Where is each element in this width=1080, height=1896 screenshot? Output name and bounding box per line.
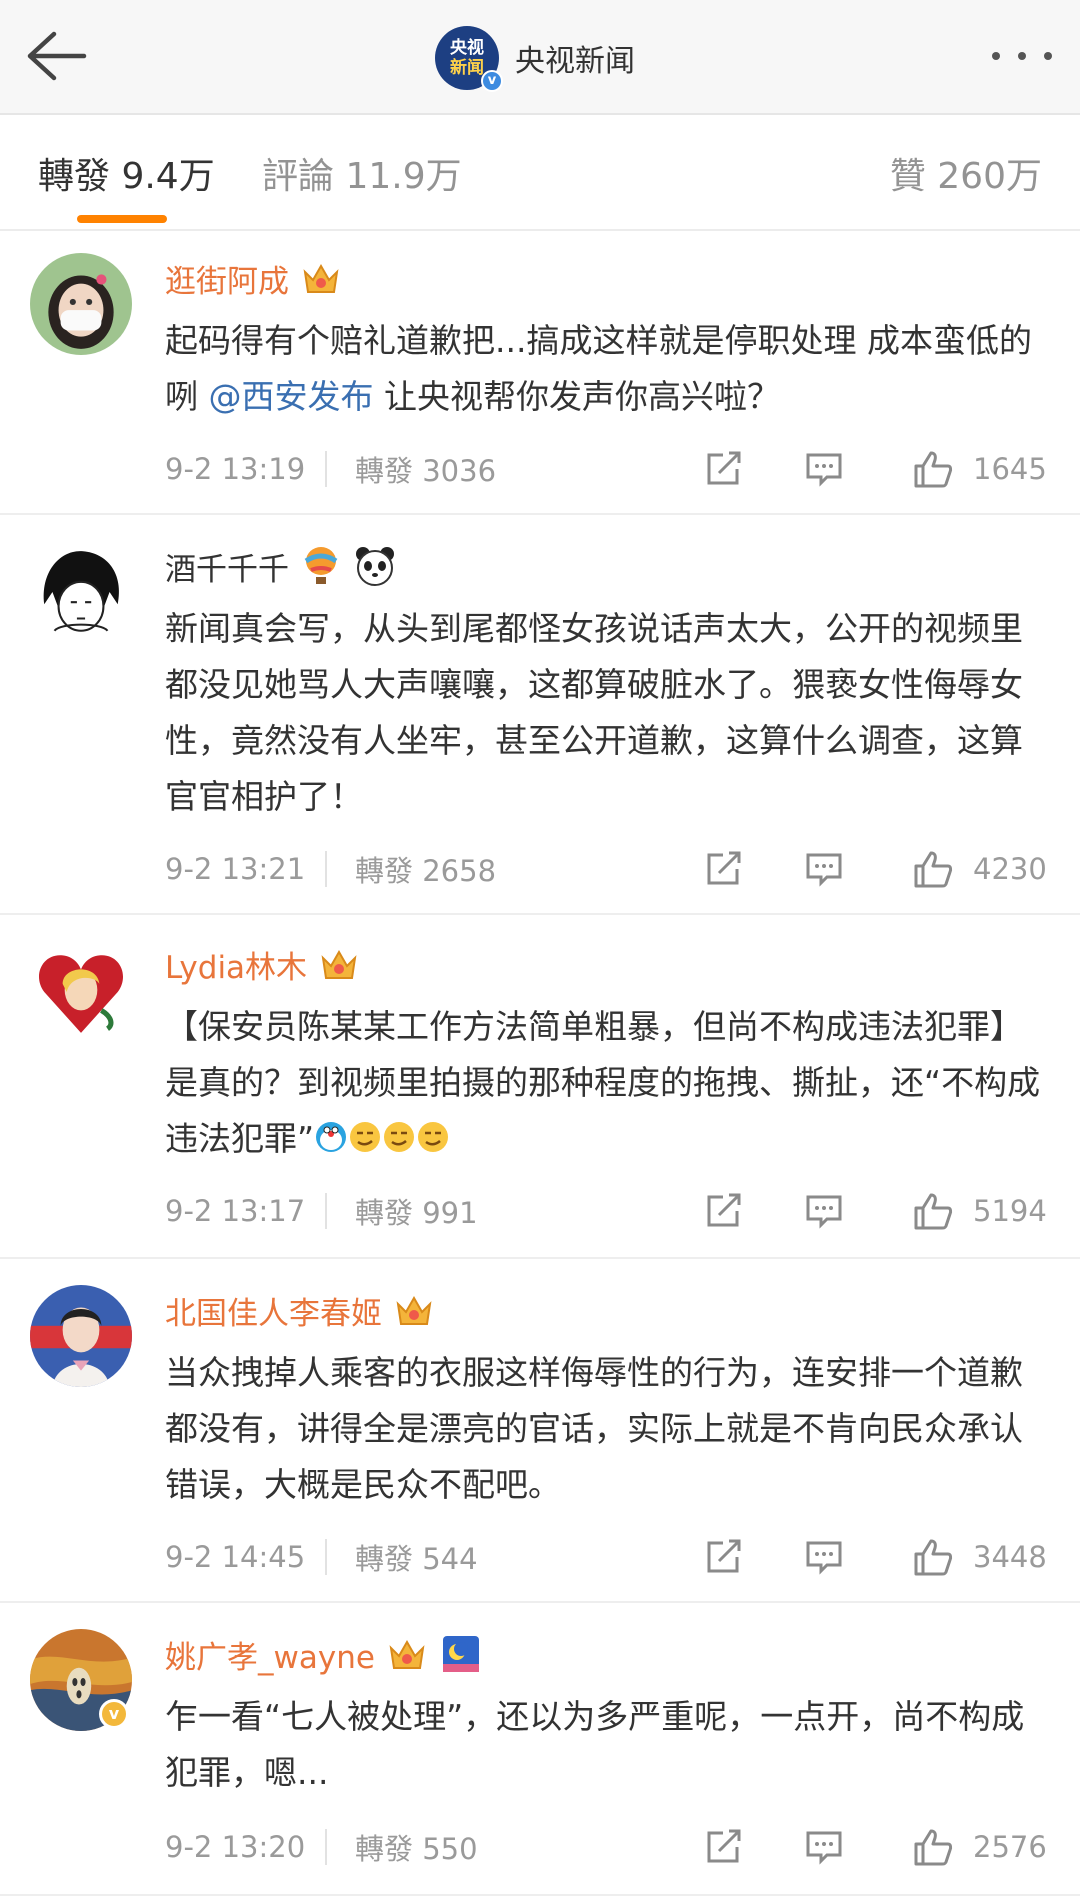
comment-text: 新闻真会写，从头到尾都怪女孩说话声太大，公开的视频里都没见她骂人大声嚷嚷，这都算… — [165, 609, 1023, 816]
comment-icon[interactable] — [805, 1191, 843, 1231]
divider — [325, 851, 327, 887]
like-button[interactable]: 5194 — [913, 1191, 1047, 1231]
repost-count[interactable]: 轉發 550 — [355, 1826, 478, 1868]
avatar[interactable] — [30, 253, 132, 355]
crown-badge-icon — [299, 256, 343, 300]
doraemon-emoji — [314, 1115, 348, 1152]
divider — [325, 1829, 327, 1865]
comment-icon[interactable] — [805, 449, 843, 489]
divider — [325, 1193, 327, 1229]
thumbs-up-icon — [914, 851, 953, 888]
account-header[interactable]: 央视 新闻 v 央视新闻 — [435, 26, 635, 92]
repost-count[interactable]: 轉發 544 — [355, 1536, 478, 1578]
comment-text-part: 【保安员陈某某工作方法简单粗暴，但尚不构成违法犯罪】是真的？到视频里拍摄的那种程… — [165, 1007, 1041, 1158]
night-sky-badge-icon — [439, 1632, 483, 1676]
tab-bar: 轉發 9.4万 評論 11.9万 贊 260万 — [0, 117, 1080, 231]
repost-count[interactable]: 轉發 2658 — [355, 848, 496, 890]
list-item: 北国佳人李春姬 当众拽掉人乘客的衣服这样侮辱性的行为，连安排一个道歉都没有，讲得… — [0, 1261, 1080, 1603]
list-item: v 姚广孝_wayne 乍一看“七人被处理”，还以为多严重呢，一点开，尚不构成犯… — [0, 1605, 1080, 1896]
like-button[interactable]: 3448 — [913, 1537, 1047, 1577]
like-button[interactable]: 1645 — [913, 449, 1047, 489]
like-button[interactable]: 2576 — [913, 1827, 1047, 1867]
crown-badge-icon — [317, 942, 361, 986]
username[interactable]: 北国佳人李春姬 — [165, 1288, 382, 1333]
tab-like[interactable]: 贊 260万 — [890, 147, 1042, 199]
avatar[interactable] — [30, 939, 132, 1041]
share-icon[interactable] — [705, 449, 743, 489]
smirk-emoji — [416, 1115, 450, 1152]
comment-icon[interactable] — [805, 1537, 843, 1577]
timestamp: 9-2 13:17 — [165, 1194, 306, 1228]
comment-text-part: 让央视帮你发声你高兴啦？ — [373, 377, 780, 416]
timestamp: 9-2 14:45 — [165, 1540, 306, 1574]
like-count: 2576 — [973, 1830, 1047, 1864]
page-title: 央视新闻 — [515, 44, 635, 79]
list-item: 逛街阿成 起码得有个赔礼道歉把...搞成这样就是停职处理 成本蛮低的咧 @西安发… — [0, 233, 1080, 515]
like-count: 1645 — [973, 452, 1047, 486]
like-count: 4230 — [973, 852, 1047, 886]
divider — [325, 1539, 327, 1575]
panda-icon — [353, 544, 397, 588]
comment-text: 当众拽掉人乘客的衣服这样侮辱性的行为，连安排一个道歉都没有，讲得全是漂亮的官话，… — [165, 1353, 1023, 1504]
like-count: 3448 — [973, 1540, 1047, 1574]
comment-meta: 9-2 13:20 轉發 550 2576 — [165, 1827, 1055, 1867]
timestamp: 9-2 13:21 — [165, 852, 306, 886]
divider — [325, 451, 327, 487]
list-item: Lydia林木 【保安员陈某某工作方法简单粗暴，但尚不构成违法犯罪】是真的？到视… — [0, 917, 1080, 1259]
username[interactable]: 酒千千千 — [165, 544, 289, 589]
avatar-text-line2: 新闻 — [450, 58, 484, 78]
mention-link[interactable]: @西安发布 — [209, 377, 374, 416]
user-row: 酒千千千 — [165, 541, 397, 591]
avatar[interactable] — [30, 541, 132, 643]
comment-icon[interactable] — [805, 1827, 843, 1867]
username[interactable]: Lydia林木 — [165, 942, 307, 987]
timestamp: 9-2 13:19 — [165, 452, 306, 486]
verified-badge-icon: v — [99, 1699, 129, 1729]
thumbs-up-icon — [914, 1193, 953, 1230]
top-nav-bar: 央视 新闻 v 央视新闻 — [0, 0, 1080, 115]
user-row: 逛街阿成 — [165, 253, 343, 303]
thumbs-up-icon — [914, 451, 953, 488]
comment-text: 起码得有个赔礼道歉把...搞成这样就是停职处理 成本蛮低的咧 @西安发布 让央视… — [165, 313, 1045, 425]
list-item: 酒千千千 新闻真会写，从头到尾都怪女孩说话声太大，公开的视频里都没见她骂人大声嚷… — [0, 517, 1080, 915]
user-row: 北国佳人李春姬 — [165, 1285, 436, 1335]
comment-meta: 9-2 14:45 轉發 544 3448 — [165, 1537, 1055, 1577]
like-button[interactable]: 4230 — [913, 849, 1047, 889]
user-row: Lydia林木 — [165, 939, 361, 989]
repost-count[interactable]: 轉發 3036 — [355, 448, 496, 490]
tab-repost[interactable]: 轉發 9.4万 — [38, 147, 215, 199]
share-icon[interactable] — [705, 1827, 743, 1867]
repost-count[interactable]: 轉發 991 — [355, 1190, 478, 1232]
share-icon[interactable] — [705, 1191, 743, 1231]
timestamp: 9-2 13:20 — [165, 1830, 306, 1864]
username[interactable]: 逛街阿成 — [165, 256, 289, 301]
thumbs-up-icon — [914, 1829, 953, 1866]
cctv-news-avatar[interactable]: 央视 新闻 v — [435, 26, 503, 92]
comment-icon[interactable] — [805, 849, 843, 889]
comment-text: 【保安员陈某某工作方法简单粗暴，但尚不构成违法犯罪】是真的？到视频里拍摄的那种程… — [165, 999, 1045, 1167]
crown-badge-icon — [392, 1288, 436, 1332]
user-row: 姚广孝_wayne — [165, 1629, 483, 1679]
comment-meta: 9-2 13:17 轉發 991 5194 — [165, 1191, 1055, 1231]
smirk-emoji — [382, 1115, 416, 1152]
avatar-text-line1: 央视 — [450, 38, 484, 58]
username[interactable]: 姚广孝_wayne — [165, 1632, 375, 1677]
comment-meta: 9-2 13:21 轉發 2658 4230 — [165, 849, 1055, 889]
verified-badge-icon: v — [481, 70, 503, 92]
crown-badge-icon — [385, 1632, 429, 1676]
share-icon[interactable] — [705, 1537, 743, 1577]
avatar[interactable] — [30, 1285, 132, 1387]
comment-meta: 9-2 13:19 轉發 3036 1645 — [165, 449, 1055, 489]
thumbs-up-icon — [914, 1539, 953, 1576]
like-count: 5194 — [973, 1194, 1047, 1228]
comment-text: 乍一看“七人被处理”，还以为多严重呢，一点开，尚不构成犯罪，嗯... — [165, 1697, 1025, 1792]
smirk-emoji — [348, 1115, 382, 1152]
tab-comment[interactable]: 評論 11.9万 — [262, 147, 462, 199]
hot-air-balloon-icon — [299, 544, 343, 588]
share-icon[interactable] — [705, 849, 743, 889]
more-dots-icon[interactable] — [992, 44, 1052, 68]
active-tab-indicator — [77, 215, 167, 223]
arrow-left-icon[interactable] — [22, 26, 92, 86]
